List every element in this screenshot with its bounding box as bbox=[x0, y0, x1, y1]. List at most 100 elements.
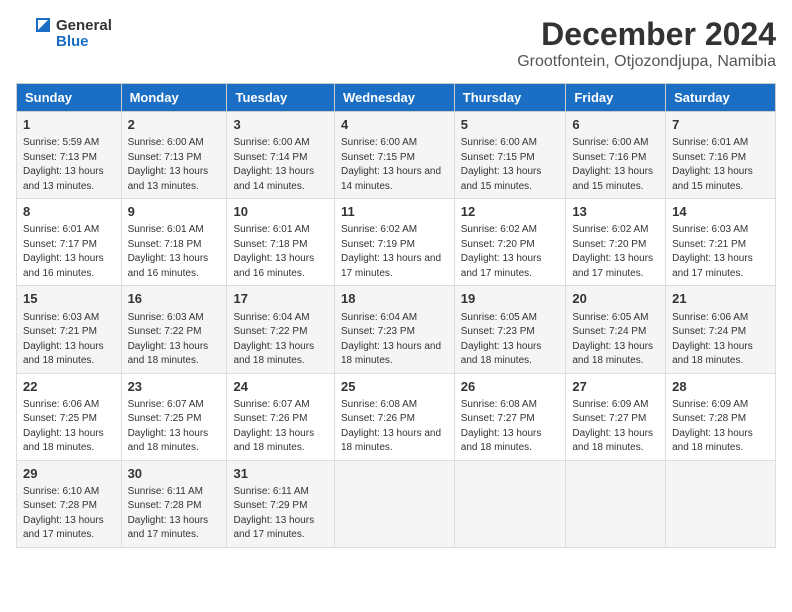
cell-content: Sunrise: 6:00 AMSunset: 7:15 PMDaylight:… bbox=[341, 136, 448, 194]
day-number: 28 bbox=[672, 378, 769, 396]
calendar-cell bbox=[454, 460, 566, 547]
day-number: 27 bbox=[572, 378, 659, 396]
calendar-cell: 27 Sunrise: 6:09 AMSunset: 7:27 PMDayligh… bbox=[566, 373, 666, 460]
day-number: 17 bbox=[233, 290, 328, 308]
calendar-cell: 2 Sunrise: 6:00 AMSunset: 7:13 PMDaylight… bbox=[121, 112, 227, 199]
cell-content: Sunrise: 6:00 AMSunset: 7:14 PMDaylight:… bbox=[233, 136, 328, 194]
day-number: 25 bbox=[341, 378, 448, 396]
cell-content: Sunrise: 6:01 AMSunset: 7:16 PMDaylight:… bbox=[672, 136, 769, 194]
cell-content: Sunrise: 6:08 AMSunset: 7:27 PMDaylight:… bbox=[461, 398, 560, 456]
day-number: 30 bbox=[128, 465, 221, 483]
title-area: December 2024 Grootfontein, Otjozondjupa… bbox=[517, 16, 776, 71]
calendar-cell: 13 Sunrise: 6:02 AMSunset: 7:20 PMDayligh… bbox=[566, 199, 666, 286]
cell-content: Sunrise: 6:00 AMSunset: 7:15 PMDaylight:… bbox=[461, 136, 560, 194]
cell-content: Sunrise: 6:05 AMSunset: 7:23 PMDaylight:… bbox=[461, 311, 560, 369]
day-number: 23 bbox=[128, 378, 221, 396]
cell-content: Sunrise: 6:02 AMSunset: 7:20 PMDaylight:… bbox=[572, 223, 659, 281]
day-number: 5 bbox=[461, 116, 560, 134]
day-number: 4 bbox=[341, 116, 448, 134]
cell-content: Sunrise: 6:03 AMSunset: 7:21 PMDaylight:… bbox=[672, 223, 769, 281]
day-number: 13 bbox=[572, 203, 659, 221]
day-number: 22 bbox=[23, 378, 115, 396]
calendar-cell: 8 Sunrise: 6:01 AMSunset: 7:17 PMDaylight… bbox=[17, 199, 122, 286]
day-number: 21 bbox=[672, 290, 769, 308]
calendar-cell: 31 Sunrise: 6:11 AMSunset: 7:29 PMDayligh… bbox=[227, 460, 335, 547]
cell-content: Sunrise: 6:00 AMSunset: 7:16 PMDaylight:… bbox=[572, 136, 659, 194]
header-monday: Monday bbox=[121, 84, 227, 112]
cell-content: Sunrise: 6:08 AMSunset: 7:26 PMDaylight:… bbox=[341, 398, 448, 456]
calendar-cell: 19 Sunrise: 6:05 AMSunset: 7:23 PMDayligh… bbox=[454, 286, 566, 373]
day-number: 8 bbox=[23, 203, 115, 221]
calendar-cell: 24 Sunrise: 6:07 AMSunset: 7:26 PMDayligh… bbox=[227, 373, 335, 460]
cell-content: Sunrise: 6:05 AMSunset: 7:24 PMDaylight:… bbox=[572, 311, 659, 369]
calendar-cell: 29 Sunrise: 6:10 AMSunset: 7:28 PMDayligh… bbox=[17, 460, 122, 547]
logo-blue: Blue bbox=[56, 34, 112, 51]
cell-content: Sunrise: 6:07 AMSunset: 7:25 PMDaylight:… bbox=[128, 398, 221, 456]
calendar-cell: 1Sunrise: 5:59 AMSunset: 7:13 PMDaylight… bbox=[17, 112, 122, 199]
day-number: 19 bbox=[461, 290, 560, 308]
calendar-cell: 11 Sunrise: 6:02 AMSunset: 7:19 PMDayligh… bbox=[334, 199, 454, 286]
calendar-cell: 9 Sunrise: 6:01 AMSunset: 7:18 PMDaylight… bbox=[121, 199, 227, 286]
logo: General Blue bbox=[16, 16, 112, 52]
calendar-body: 1Sunrise: 5:59 AMSunset: 7:13 PMDaylight… bbox=[17, 112, 776, 548]
cell-content: Sunrise: 6:01 AMSunset: 7:18 PMDaylight:… bbox=[128, 223, 221, 281]
calendar-table: Sunday Monday Tuesday Wednesday Thursday… bbox=[16, 83, 776, 548]
day-number: 26 bbox=[461, 378, 560, 396]
cell-content: Sunrise: 6:09 AMSunset: 7:28 PMDaylight:… bbox=[672, 398, 769, 456]
calendar-cell bbox=[666, 460, 776, 547]
day-number: 6 bbox=[572, 116, 659, 134]
calendar-cell: 17 Sunrise: 6:04 AMSunset: 7:22 PMDayligh… bbox=[227, 286, 335, 373]
day-number: 9 bbox=[128, 203, 221, 221]
cell-content: Sunrise: 6:03 AMSunset: 7:21 PMDaylight:… bbox=[23, 311, 115, 369]
calendar-cell: 30 Sunrise: 6:11 AMSunset: 7:28 PMDayligh… bbox=[121, 460, 227, 547]
calendar-cell: 12 Sunrise: 6:02 AMSunset: 7:20 PMDayligh… bbox=[454, 199, 566, 286]
cell-content: Sunrise: 6:11 AMSunset: 7:29 PMDaylight:… bbox=[233, 485, 328, 543]
calendar-cell bbox=[334, 460, 454, 547]
calendar-week-row: 15Sunrise: 6:03 AMSunset: 7:21 PMDayligh… bbox=[17, 286, 776, 373]
cell-content: Sunrise: 6:03 AMSunset: 7:22 PMDaylight:… bbox=[128, 311, 221, 369]
calendar-cell: 14Sunrise: 6:03 AMSunset: 7:21 PMDayligh… bbox=[666, 199, 776, 286]
page-title: December 2024 bbox=[517, 16, 776, 53]
cell-content: Sunrise: 6:11 AMSunset: 7:28 PMDaylight:… bbox=[128, 485, 221, 543]
header-friday: Friday bbox=[566, 84, 666, 112]
day-number: 29 bbox=[23, 465, 115, 483]
day-number: 2 bbox=[128, 116, 221, 134]
day-number: 10 bbox=[233, 203, 328, 221]
calendar-cell: 20 Sunrise: 6:05 AMSunset: 7:24 PMDayligh… bbox=[566, 286, 666, 373]
cell-content: Sunrise: 6:10 AMSunset: 7:28 PMDaylight:… bbox=[23, 485, 115, 543]
day-number: 24 bbox=[233, 378, 328, 396]
calendar-cell: 4 Sunrise: 6:00 AMSunset: 7:15 PMDaylight… bbox=[334, 112, 454, 199]
calendar-cell: 18Sunrise: 6:04 AMSunset: 7:23 PMDayligh… bbox=[334, 286, 454, 373]
page-header: General Blue December 2024 Grootfontein,… bbox=[16, 16, 776, 71]
calendar-cell: 21Sunrise: 6:06 AMSunset: 7:24 PMDayligh… bbox=[666, 286, 776, 373]
cell-content: Sunrise: 6:07 AMSunset: 7:26 PMDaylight:… bbox=[233, 398, 328, 456]
calendar-cell: 15Sunrise: 6:03 AMSunset: 7:21 PMDayligh… bbox=[17, 286, 122, 373]
calendar-week-row: 8 Sunrise: 6:01 AMSunset: 7:17 PMDaylight… bbox=[17, 199, 776, 286]
day-number: 20 bbox=[572, 290, 659, 308]
day-number: 31 bbox=[233, 465, 328, 483]
cell-content: Sunrise: 6:01 AMSunset: 7:17 PMDaylight:… bbox=[23, 223, 115, 281]
header-tuesday: Tuesday bbox=[227, 84, 335, 112]
calendar-cell: 25 Sunrise: 6:08 AMSunset: 7:26 PMDayligh… bbox=[334, 373, 454, 460]
cell-content: Sunrise: 6:04 AMSunset: 7:22 PMDaylight:… bbox=[233, 311, 328, 369]
day-number: 11 bbox=[341, 203, 448, 221]
day-number: 16 bbox=[128, 290, 221, 308]
header-saturday: Saturday bbox=[666, 84, 776, 112]
cell-content: Sunrise: 6:00 AMSunset: 7:13 PMDaylight:… bbox=[128, 136, 221, 194]
logo-general: General bbox=[56, 18, 112, 35]
cell-content: Sunrise: 6:04 AMSunset: 7:23 PMDaylight:… bbox=[341, 311, 448, 369]
day-number: 7 bbox=[672, 116, 769, 134]
calendar-cell: 7 Sunrise: 6:01 AMSunset: 7:16 PMDaylight… bbox=[666, 112, 776, 199]
header-wednesday: Wednesday bbox=[334, 84, 454, 112]
cell-content: Sunrise: 6:02 AMSunset: 7:20 PMDaylight:… bbox=[461, 223, 560, 281]
day-number: 12 bbox=[461, 203, 560, 221]
day-number: 1 bbox=[23, 116, 115, 134]
calendar-header-row: Sunday Monday Tuesday Wednesday Thursday… bbox=[17, 84, 776, 112]
calendar-cell: 28 Sunrise: 6:09 AMSunset: 7:28 PMDayligh… bbox=[666, 373, 776, 460]
cell-content: Sunrise: 6:02 AMSunset: 7:19 PMDaylight:… bbox=[341, 223, 448, 281]
header-sunday: Sunday bbox=[17, 84, 122, 112]
cell-content: Sunrise: 6:06 AMSunset: 7:25 PMDaylight:… bbox=[23, 398, 115, 456]
header-thursday: Thursday bbox=[454, 84, 566, 112]
cell-content: Sunrise: 6:09 AMSunset: 7:27 PMDaylight:… bbox=[572, 398, 659, 456]
logo-svg bbox=[16, 16, 52, 52]
